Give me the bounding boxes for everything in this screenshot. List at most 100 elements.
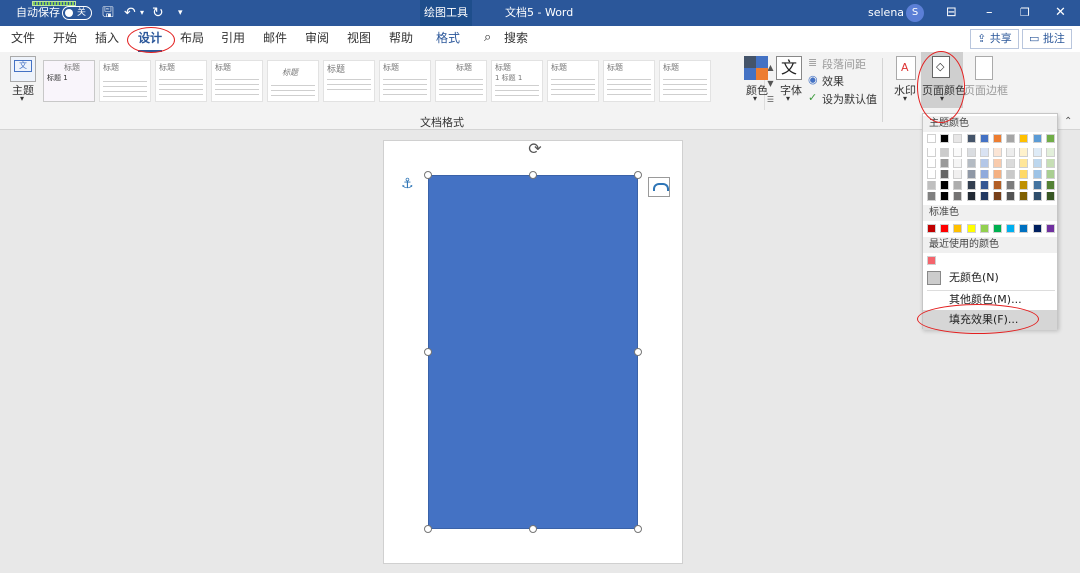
theme-color-shade-swatch[interactable] <box>993 159 1002 168</box>
theme-color-swatch[interactable] <box>993 134 1002 143</box>
theme-color-shade-swatch[interactable] <box>979 181 989 190</box>
theme-color-shade-swatch[interactable] <box>993 181 1002 190</box>
style-thumbnail[interactable]: 标题 <box>659 60 711 102</box>
theme-color-shade-swatch[interactable] <box>1019 170 1029 179</box>
share-button[interactable]: ⇪ 共享 <box>970 29 1019 49</box>
style-thumbnail[interactable]: 标题 <box>323 60 375 102</box>
effects-icon[interactable]: ◉ <box>808 73 818 86</box>
theme-color-shade-swatch[interactable] <box>1045 148 1055 157</box>
ribbon-display-icon[interactable]: ⊟ <box>946 0 957 26</box>
theme-color-shade-swatch[interactable] <box>953 192 963 201</box>
page-border-icon[interactable] <box>975 56 993 80</box>
tab-help[interactable]: 帮助 <box>389 26 413 52</box>
style-thumbnail[interactable]: 标题 <box>547 60 599 102</box>
theme-color-shade-swatch[interactable] <box>940 148 950 157</box>
theme-color-shade-swatch[interactable] <box>953 148 963 157</box>
standard-color-swatch[interactable] <box>940 224 950 233</box>
theme-color-shade-swatch[interactable] <box>1032 159 1042 168</box>
style-thumbnail[interactable]: 标题 标题 1 <box>43 60 95 102</box>
theme-color-shade-swatch[interactable] <box>1006 159 1016 168</box>
style-thumbnail[interactable]: 标题 1 标题 1 <box>491 60 543 102</box>
resize-handle[interactable] <box>529 525 537 533</box>
layout-options-icon[interactable] <box>648 177 670 197</box>
standard-color-swatch[interactable] <box>1045 224 1055 233</box>
customize-toolbar-icon[interactable]: ▾ <box>178 0 183 26</box>
user-name[interactable]: selena <box>868 0 904 26</box>
selected-rectangle-shape[interactable] <box>428 175 638 529</box>
standard-color-swatch[interactable] <box>1019 224 1029 233</box>
standard-color-swatch[interactable] <box>927 224 936 233</box>
theme-color-shade-swatch[interactable] <box>1019 192 1029 201</box>
theme-color-shade-swatch[interactable] <box>966 159 976 168</box>
tab-view[interactable]: 视图 <box>347 26 371 52</box>
standard-color-swatch[interactable] <box>993 224 1002 233</box>
theme-color-swatch[interactable] <box>940 134 950 143</box>
save-icon[interactable]: 🖫 <box>102 0 114 26</box>
theme-color-shade-swatch[interactable] <box>1019 148 1029 157</box>
resize-handle[interactable] <box>424 348 432 356</box>
theme-color-shade-swatch[interactable] <box>966 192 976 201</box>
autosave-toggle[interactable]: 关 <box>62 6 92 20</box>
standard-color-swatch[interactable] <box>979 224 989 233</box>
theme-color-shade-swatch[interactable] <box>1045 181 1055 190</box>
theme-color-swatch[interactable] <box>953 134 963 143</box>
resize-handle[interactable] <box>634 171 642 179</box>
resize-handle[interactable] <box>424 171 432 179</box>
no-color-item[interactable]: 无颜色(N) <box>923 268 1057 288</box>
theme-color-shade-swatch[interactable] <box>1032 170 1042 179</box>
theme-color-shade-swatch[interactable] <box>966 170 976 179</box>
resize-handle[interactable] <box>634 348 642 356</box>
watermark-dropdown-icon[interactable]: ▾ <box>903 94 907 103</box>
search-label[interactable]: 搜索 <box>504 26 528 52</box>
tab-format[interactable]: 格式 <box>436 26 460 52</box>
set-default-button[interactable]: 设为默认值 <box>822 91 877 107</box>
set-default-icon[interactable]: ✓ <box>808 91 817 104</box>
theme-color-shade-swatch[interactable] <box>1006 170 1016 179</box>
theme-color-shade-swatch[interactable] <box>979 159 989 168</box>
theme-color-shade-swatch[interactable] <box>1045 170 1055 179</box>
tab-home[interactable]: 开始 <box>53 26 77 52</box>
minimize-icon[interactable]: – <box>986 0 993 26</box>
effects-button[interactable]: 效果 <box>822 73 844 89</box>
theme-color-shade-swatch[interactable] <box>1019 181 1029 190</box>
theme-color-shade-swatch[interactable] <box>966 181 976 190</box>
colors-icon[interactable] <box>744 56 768 80</box>
theme-color-shade-swatch[interactable] <box>1006 181 1016 190</box>
theme-color-shade-swatch[interactable] <box>993 148 1002 157</box>
theme-color-swatch[interactable] <box>979 134 989 143</box>
theme-color-shade-swatch[interactable] <box>940 181 950 190</box>
colors-dropdown-icon[interactable]: ▾ <box>753 94 757 103</box>
fonts-label[interactable]: 字体 <box>780 82 802 98</box>
search-icon[interactable]: ⌕ <box>484 26 491 52</box>
theme-color-shade-swatch[interactable] <box>953 170 963 179</box>
theme-color-shade-swatch[interactable] <box>993 192 1002 201</box>
theme-color-shade-swatch[interactable] <box>927 181 936 190</box>
theme-color-shade-swatch[interactable] <box>966 148 976 157</box>
style-thumbnail[interactable]: 标题 <box>379 60 431 102</box>
undo-dropdown-icon[interactable]: ▾ <box>140 0 144 26</box>
page-border-label[interactable]: 页面边框 <box>964 82 1008 98</box>
fonts-icon[interactable]: 文 <box>776 56 802 80</box>
theme-color-shade-swatch[interactable] <box>979 192 989 201</box>
standard-color-swatch[interactable] <box>1032 224 1042 233</box>
theme-color-shade-swatch[interactable] <box>927 148 936 157</box>
style-thumbnail[interactable]: 标题 <box>99 60 151 102</box>
theme-color-swatch[interactable] <box>1045 134 1055 143</box>
themes-icon[interactable]: 文 <box>10 56 36 82</box>
theme-color-shade-swatch[interactable] <box>979 170 989 179</box>
theme-color-shade-swatch[interactable] <box>940 170 950 179</box>
theme-color-shade-swatch[interactable] <box>1032 148 1042 157</box>
fonts-dropdown-icon[interactable]: ▾ <box>786 94 790 103</box>
themes-dropdown-icon[interactable]: ▾ <box>20 94 24 103</box>
style-thumbnail[interactable]: 标题 <box>603 60 655 102</box>
close-icon[interactable]: ✕ <box>1055 0 1066 26</box>
theme-color-swatch[interactable] <box>1032 134 1042 143</box>
rotate-handle-icon[interactable]: ⟳ <box>526 140 544 158</box>
resize-handle[interactable] <box>634 525 642 533</box>
restore-icon[interactable]: ❐ <box>1020 0 1030 26</box>
watermark-icon[interactable]: A <box>896 56 916 80</box>
theme-color-shade-swatch[interactable] <box>940 192 950 201</box>
redo-icon[interactable]: ↻ <box>152 0 164 26</box>
tab-file[interactable]: 文件 <box>11 26 35 52</box>
theme-color-shade-swatch[interactable] <box>927 170 936 179</box>
